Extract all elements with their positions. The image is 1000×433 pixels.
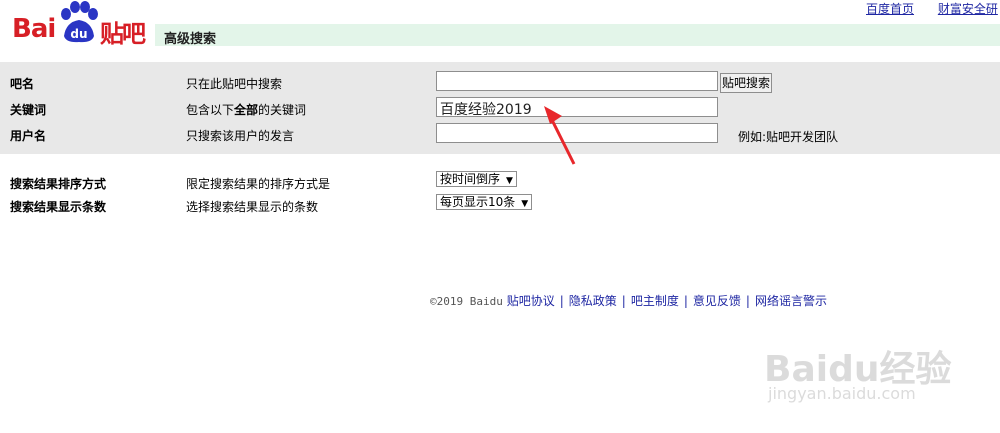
footer-link-moderator[interactable]: 吧主制度 (631, 294, 679, 308)
header-band: 高级搜索 (155, 24, 1000, 47)
chevron-down-icon: ▼ (521, 199, 529, 209)
footer-separator: | (559, 294, 564, 308)
security-link[interactable]: 财富安全研 (938, 2, 998, 16)
forum-name-input[interactable] (436, 71, 718, 91)
sort-selected-value: 按时间倒序 (440, 172, 501, 186)
form-row-keywords: 关键词 包含以下全部的关键词 百度经验2019 (0, 96, 1000, 120)
form-row-username: 用户名 只搜索该用户的发言 例如:贴吧开发团队 (0, 122, 1000, 146)
form-row-sort: 搜索结果排序方式 限定搜索结果的排序方式是 按时间倒序 ▼ (0, 170, 1000, 194)
tieba-search-button[interactable]: 贴吧搜索 (720, 73, 772, 93)
baidu-jingyan-watermark: Baidu经验 jingyan.baidu.com (758, 322, 958, 412)
footer-link-privacy[interactable]: 隐私政策 (569, 294, 617, 308)
count-label: 搜索结果显示条数 (10, 200, 107, 214)
footer-separator: | (683, 294, 688, 308)
footer-link-feedback[interactable]: 意见反馈 (693, 294, 741, 308)
footer-separator: | (745, 294, 750, 308)
watermark-url: jingyan.baidu.com (768, 384, 916, 403)
footer-link-rumor[interactable]: 网络谣言警示 (755, 294, 827, 308)
keywords-desc: 包含以下全部的关键词 (186, 101, 306, 118)
form-row-forum: 吧名 只在此贴吧中搜索 贴吧搜索 (0, 70, 1000, 94)
username-hint: 例如:贴吧开发团队 (738, 130, 839, 144)
logo-text-du: du (70, 27, 87, 41)
sort-select[interactable]: 按时间倒序 ▼ (436, 171, 517, 187)
count-selected-value: 每页显示10条 (440, 195, 516, 209)
red-arrow-annotation (544, 106, 576, 165)
count-select[interactable]: 每页显示10条 ▼ (436, 194, 533, 210)
form-row-count: 搜索结果显示条数 选择搜索结果显示的条数 每页显示10条 ▼ (0, 193, 1000, 217)
username-desc: 只搜索该用户的发言 (186, 129, 295, 143)
username-label: 用户名 (10, 129, 47, 143)
tieba-logo[interactable]: Bai du 贴吧 (12, 0, 152, 48)
keywords-desc-bold: 全部 (234, 103, 259, 117)
keywords-label: 关键词 (10, 103, 47, 117)
baidu-home-link[interactable]: 百度首页 (866, 2, 914, 16)
keywords-desc-suffix: 的关键词 (258, 103, 307, 117)
sort-desc: 限定搜索结果的排序方式是 (186, 177, 331, 191)
forum-label: 吧名 (10, 77, 35, 91)
paw-icon: du (61, 1, 98, 43)
keywords-desc-prefix: 包含以下 (186, 103, 235, 117)
search-form-panel: 吧名 只在此贴吧中搜索 贴吧搜索 关键词 包含以下全部的关键词 百度经验2019… (0, 62, 1000, 154)
footer-separator: | (621, 294, 626, 308)
logo-text-bai: Bai (12, 14, 56, 44)
forum-desc: 只在此贴吧中搜索 (186, 77, 283, 91)
footer-link-agreement[interactable]: 贴吧协议 (507, 294, 555, 308)
count-desc: 选择搜索结果显示的条数 (186, 200, 319, 214)
top-links: 百度首页 财富安全研 (866, 0, 1000, 17)
logo-text-tieba: 贴吧 (100, 20, 146, 48)
sort-label: 搜索结果排序方式 (10, 177, 107, 191)
copyright: ©2019 Baidu (430, 295, 503, 308)
footer: ©2019 Baidu 贴吧协议 | 隐私政策 | 吧主制度 | 意见反馈 | 网络谣言警示 (430, 292, 827, 309)
page-title: 高级搜索 (164, 32, 217, 47)
chevron-down-icon: ▼ (506, 176, 513, 186)
